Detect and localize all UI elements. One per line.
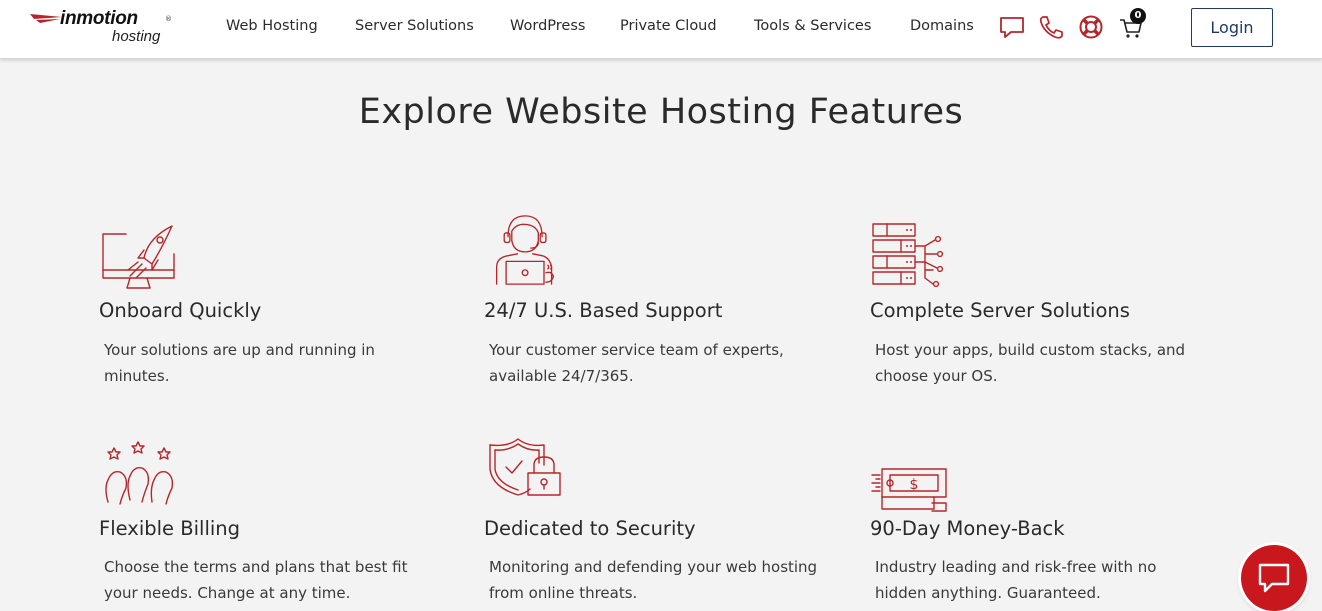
chat-icon[interactable] (999, 14, 1025, 40)
feature-desc-money-back: Industry leading and risk-free with no h… (875, 558, 1157, 602)
page-title: Explore Website Hosting Features (358, 92, 964, 132)
users-stars-icon (105, 441, 174, 505)
rocket-monitor-icon (102, 225, 175, 289)
server-network-icon (872, 223, 944, 288)
cart-count-badge: 0 (1130, 8, 1146, 24)
feature-title-server-solutions: Complete Server Solutions (870, 299, 1130, 322)
logo-subtitle: hosting (112, 28, 161, 45)
nav-tools-services[interactable]: Tools & Services (754, 18, 871, 34)
feature-title-billing: Flexible Billing (99, 517, 241, 540)
feature-desc-billing: Choose the terms and plans that best fit… (104, 558, 408, 602)
feature-title-support: 24/7 U.S. Based Support (484, 299, 723, 322)
chat-bubble-icon (1258, 563, 1290, 593)
nav-server-solutions[interactable]: Server Solutions (355, 18, 474, 34)
support-agent-icon (495, 215, 555, 285)
nav-web-hosting[interactable]: Web Hosting (226, 18, 318, 34)
feature-desc-support: Your customer service team of experts, a… (489, 341, 784, 385)
top-navbar: inmotion ® hosting Web Hosting Server So… (0, 0, 1322, 59)
feature-title-security: Dedicated to Security (484, 517, 696, 540)
feature-title-onboard: Onboard Quickly (99, 299, 262, 322)
feature-title-money-back: 90-Day Money-Back (870, 517, 1065, 540)
phone-icon[interactable] (1038, 14, 1064, 40)
nav-private-cloud[interactable]: Private Cloud (620, 18, 717, 34)
support-lifebuoy-icon[interactable] (1078, 14, 1104, 40)
logo-registered-mark: ® (165, 15, 172, 23)
login-button[interactable]: Login (1191, 8, 1273, 47)
nav-domains[interactable]: Domains (910, 18, 974, 34)
logo-wordmark: inmotion (60, 8, 138, 29)
feature-desc-onboard: Your solutions are up and running in min… (104, 341, 375, 385)
live-chat-button[interactable] (1241, 545, 1307, 611)
nav-wordpress[interactable]: WordPress (510, 18, 585, 34)
dollar-sign: $ (910, 477, 919, 493)
logo-swoosh-icon (30, 14, 62, 23)
feature-desc-server-solutions: Host your apps, build custom stacks, and… (875, 341, 1186, 385)
feature-desc-security: Monitoring and defending your web hostin… (489, 558, 818, 602)
shield-lock-icon (489, 438, 561, 496)
inmotion-hosting-logo[interactable]: inmotion ® hosting (30, 7, 175, 49)
